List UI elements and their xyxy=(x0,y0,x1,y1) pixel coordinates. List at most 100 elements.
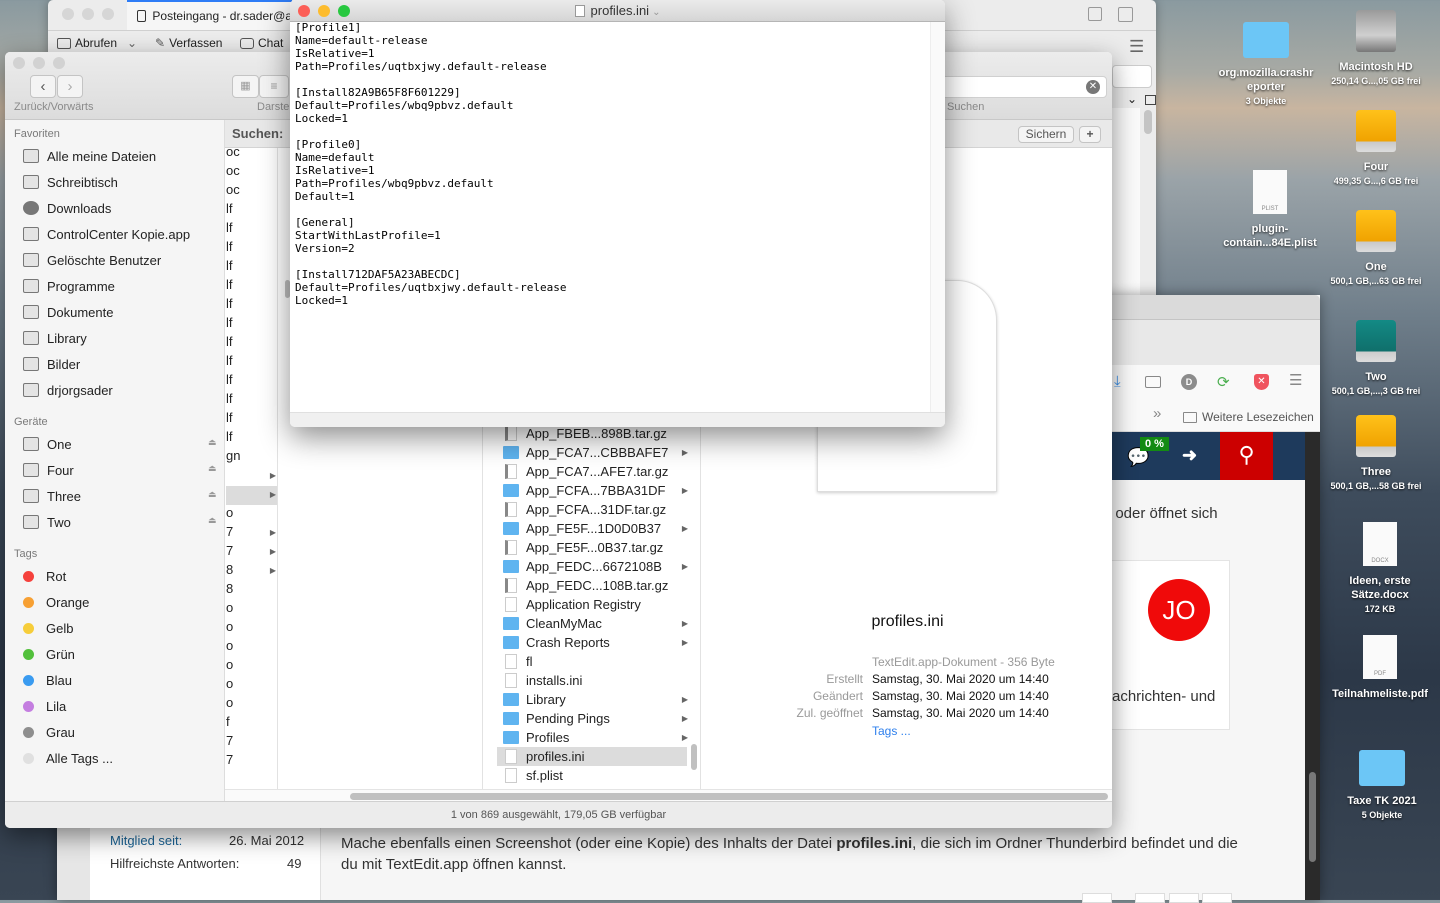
column-item[interactable]: lf xyxy=(226,315,278,334)
desktop-item[interactable]: Taxe TK 2021 5 Objekte xyxy=(1322,750,1440,822)
desktop-item[interactable]: Four 499,35 G...,6 GB frei xyxy=(1316,110,1436,188)
sidebar-tag[interactable]: Rot xyxy=(23,566,66,586)
blocker-icon[interactable]: ✕ xyxy=(1254,374,1269,390)
file-row[interactable]: profiles.ini xyxy=(497,747,687,766)
close-button[interactable] xyxy=(298,5,310,17)
column-item[interactable]: lf xyxy=(226,296,278,315)
eject-icon[interactable]: ⏏ xyxy=(208,515,217,526)
sidebar-item[interactable]: Bilder xyxy=(23,354,80,374)
sidebar-tag[interactable]: Gelb xyxy=(23,618,73,638)
file-row[interactable]: App_FE5F...1D0D0B37 ▶ xyxy=(497,519,688,538)
clear-search-icon[interactable]: ✕ xyxy=(1086,80,1100,94)
file-row[interactable]: App_FCA7...AFE7.tar.gz xyxy=(497,462,687,481)
file-row[interactable]: App_FEDC...108B.tar.gz xyxy=(497,576,687,595)
column-item[interactable]: lf xyxy=(226,372,278,391)
column-item[interactable]: ▶ xyxy=(226,486,278,505)
extension-d-icon[interactable]: D xyxy=(1181,374,1197,390)
downloads-icon[interactable]: ⤓ xyxy=(1114,373,1121,390)
pagination-button[interactable] xyxy=(1202,893,1232,903)
column-item[interactable]: 7 ▶ xyxy=(226,543,278,562)
bookmarks-overflow-button[interactable]: » xyxy=(1153,405,1161,422)
search-input[interactable] xyxy=(935,76,1107,98)
back-button[interactable]: ‹ xyxy=(30,75,56,98)
sidebar-item[interactable]: Programme xyxy=(23,276,115,296)
column-item[interactable]: o xyxy=(226,619,278,638)
chat-button[interactable]: Chat xyxy=(240,36,283,50)
get-mail-button[interactable]: Abrufen xyxy=(57,36,117,50)
avatar[interactable]: JO xyxy=(1148,579,1210,641)
sidebar-device[interactable]: Two xyxy=(23,512,71,532)
text-editor[interactable]: [Profile1] Name=default-release IsRelative… xyxy=(295,21,567,307)
column-item[interactable]: o xyxy=(226,657,278,676)
sidebar-item[interactable]: Library xyxy=(23,328,87,348)
sidebar-tag[interactable]: Grau xyxy=(23,722,75,742)
sidebar-tag[interactable]: Orange xyxy=(23,592,89,612)
desktop-item[interactable]: Two 500,1 GB,...,3 GB frei xyxy=(1316,320,1436,398)
menu-icon[interactable]: ☰ xyxy=(1289,371,1302,389)
column-item[interactable]: o xyxy=(226,638,278,657)
file-row[interactable]: Application Registry xyxy=(497,595,687,614)
sidebar-item[interactable]: drjorgsader xyxy=(23,380,113,400)
desktop-item[interactable]: Macintosh HD 250,14 G...,05 GB frei xyxy=(1316,10,1436,88)
minimize-button[interactable] xyxy=(82,8,94,20)
close-button[interactable] xyxy=(13,57,25,69)
file-row[interactable]: App_FE5F...0B37.tar.gz xyxy=(497,538,687,557)
desktop-item[interactable]: PDF Teilnahmeliste.pdf xyxy=(1320,635,1440,701)
sidebar-item[interactable]: Alle meine Dateien xyxy=(23,146,156,166)
desktop-item[interactable]: PLIST plugin-contain...84E.plist xyxy=(1210,170,1330,250)
desktop-item[interactable]: One 500,1 GB,...63 GB frei xyxy=(1316,210,1436,288)
tasks-icon[interactable] xyxy=(1118,7,1133,22)
sidebar-device[interactable]: Four xyxy=(23,460,74,480)
file-row[interactable]: sf.plist xyxy=(497,766,687,785)
eject-icon[interactable]: ⏏ xyxy=(208,437,217,448)
sidebar-icon[interactable] xyxy=(1145,376,1161,388)
desktop-item[interactable]: Three 500,1 GB,...58 GB frei xyxy=(1316,415,1436,493)
sidebar-tag[interactable]: Lila xyxy=(23,696,66,716)
column-item[interactable]: lf xyxy=(226,391,278,410)
save-search-button[interactable]: Sichern xyxy=(1018,126,1074,143)
file-row[interactable]: fl xyxy=(497,652,687,671)
add-criteria-button[interactable]: + xyxy=(1079,126,1101,143)
column-item[interactable]: lf xyxy=(226,201,278,220)
zoom-button[interactable] xyxy=(102,8,114,20)
file-row[interactable]: App_FCFA...7BBA31DF ▶ xyxy=(497,481,688,500)
sidebar-device[interactable]: Three xyxy=(23,486,81,506)
forward-button[interactable]: › xyxy=(57,75,83,98)
logout-icon[interactable]: ➜ xyxy=(1182,445,1197,466)
file-row[interactable]: Library ▶ xyxy=(497,690,688,709)
column-item[interactable]: lf xyxy=(226,429,278,448)
search-button[interactable]: ⚲ xyxy=(1220,432,1273,480)
vertical-scrollbar[interactable] xyxy=(930,22,945,412)
get-mail-dropdown[interactable]: ⌄ xyxy=(127,36,137,50)
column-item[interactable]: lf xyxy=(226,277,278,296)
quick-filter-input[interactable] xyxy=(1112,65,1152,88)
column-item[interactable]: 8 ▶ xyxy=(226,562,278,581)
column-picker-icon[interactable] xyxy=(1145,95,1156,105)
minimize-button[interactable] xyxy=(33,57,45,69)
zoom-button[interactable] xyxy=(53,57,65,69)
menu-icon[interactable]: ☰ xyxy=(1129,37,1144,57)
minimize-button[interactable] xyxy=(318,5,330,17)
desktop-item[interactable]: DOCX Ideen, erste Sätze.docx 172 KB xyxy=(1320,522,1440,616)
horizontal-scrollbar[interactable] xyxy=(350,793,1108,800)
icon-view-button[interactable]: ▦ xyxy=(232,75,259,98)
column-item[interactable]: oc xyxy=(226,163,278,182)
column-item[interactable]: 7 xyxy=(226,752,278,771)
tags-link[interactable]: Tags ... xyxy=(872,724,911,738)
file-row[interactable]: CleanMyMac ▶ xyxy=(497,614,688,633)
sidebar-tag[interactable]: Alle Tags ... xyxy=(23,748,113,768)
column-item[interactable]: o xyxy=(226,600,278,619)
column-item[interactable]: o xyxy=(226,676,278,695)
column-item[interactable]: o xyxy=(226,505,278,524)
sidebar-item[interactable]: Dokumente xyxy=(23,302,113,322)
file-column-scrollbar[interactable] xyxy=(691,744,697,770)
tab-inbox[interactable]: Posteingang - dr.sader@a xyxy=(127,0,292,30)
file-row[interactable]: Pending Pings ▶ xyxy=(497,709,688,728)
chevron-down-icon[interactable]: ⌄ xyxy=(1127,92,1137,106)
sidebar-item[interactable]: Schreibtisch xyxy=(23,172,118,192)
pagination-button[interactable] xyxy=(1082,893,1112,903)
column-item[interactable]: lf xyxy=(226,239,278,258)
zoom-button[interactable] xyxy=(338,5,350,17)
column-item[interactable]: 8 xyxy=(226,581,278,600)
bookmarks-folder[interactable]: Weitere Lesezeichen xyxy=(1183,410,1314,424)
